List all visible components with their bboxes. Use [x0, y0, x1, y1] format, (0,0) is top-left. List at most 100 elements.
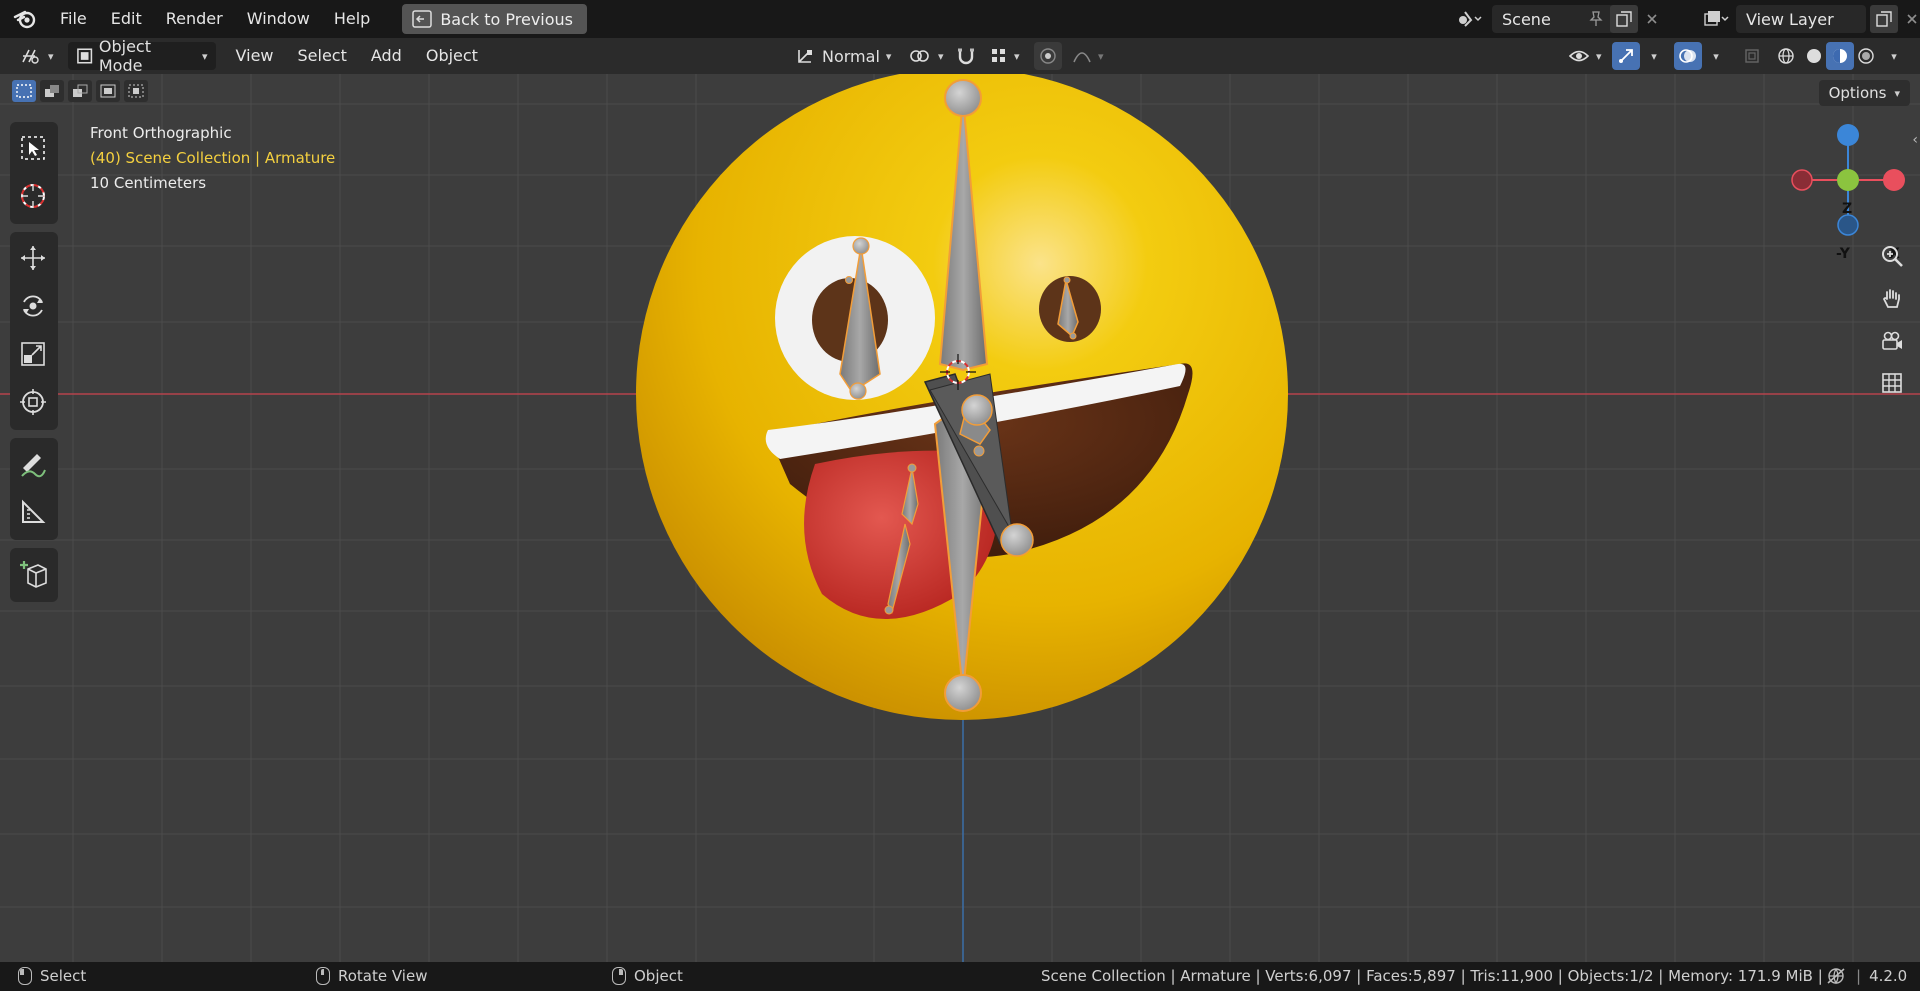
view-layer-browse-icon[interactable] — [1696, 5, 1736, 33]
version-text: 4.2.0 — [1869, 967, 1908, 985]
select-new-icon[interactable] — [12, 80, 36, 102]
menu-object[interactable]: Object — [414, 42, 490, 70]
select-extend-icon[interactable] — [40, 80, 64, 102]
top-menu-bar: File Edit Render Window Help Back to Pre… — [0, 0, 1920, 38]
pin-icon[interactable] — [1582, 5, 1610, 33]
object-mode-icon — [76, 48, 92, 64]
menu-window[interactable]: Window — [235, 4, 322, 34]
options-dropdown[interactable]: Options ▾ — [1818, 80, 1910, 106]
sidebar-toggle-icon[interactable]: ‹ — [1912, 132, 1918, 148]
selection-mode-buttons — [12, 80, 148, 102]
new-scene-icon[interactable] — [1610, 5, 1638, 33]
menu-edit[interactable]: Edit — [99, 4, 154, 34]
orientation-icon — [798, 50, 812, 63]
select-subtract-icon[interactable] — [68, 80, 92, 102]
scene-stats-text: Scene Collection | Armature | Verts:6,09… — [1041, 967, 1823, 985]
status-rotate-label: Rotate View — [338, 967, 428, 985]
select-intersect-icon[interactable] — [124, 80, 148, 102]
view-layer-selector[interactable]: View Layer — [1696, 4, 1920, 34]
falloff-dropdown[interactable]: ▾ — [1064, 42, 1112, 70]
gizmo-toggle-icon[interactable] — [1612, 42, 1640, 70]
3d-viewport[interactable]: Z -Y X — [0, 74, 1920, 962]
gizmo-dropdown-icon[interactable]: ▾ — [1640, 42, 1668, 70]
new-view-layer-icon[interactable] — [1870, 5, 1898, 33]
delete-view-layer-icon[interactable] — [1898, 5, 1920, 33]
chevron-down-icon: ▾ — [1098, 49, 1104, 63]
menu-select[interactable]: Select — [286, 42, 359, 70]
transform-orientation-dropdown[interactable]: Normal ▾ — [788, 42, 899, 70]
xray-toggle-icon[interactable] — [1738, 42, 1766, 70]
mouse-left-icon — [18, 967, 32, 985]
menu-add[interactable]: Add — [359, 42, 414, 70]
scale-tool-icon[interactable] — [10, 331, 56, 377]
pivot-point-dropdown[interactable]: ▾ — [900, 42, 952, 70]
back-to-previous-button[interactable]: Back to Previous — [402, 4, 588, 34]
solid-shading-icon[interactable] — [1800, 42, 1828, 70]
annotate-tool-icon[interactable] — [10, 441, 56, 487]
grid-scale-text: 10 Centimeters — [90, 174, 207, 192]
scene-name: Scene — [1502, 9, 1551, 29]
tool-group-add — [10, 548, 58, 602]
version-info: | 4.2.0 — [1826, 967, 1907, 985]
collection-info-text: (40) Scene Collection | Armature — [90, 149, 336, 167]
editor-type-dropdown[interactable]: ▾ — [12, 42, 62, 70]
select-invert-icon[interactable] — [96, 80, 120, 102]
orientation-label: Normal — [822, 46, 880, 66]
snap-toggle-icon[interactable] — [952, 42, 980, 70]
chevron-down-icon: ▾ — [938, 49, 944, 63]
shading-dropdown-icon[interactable]: ▾ — [1880, 42, 1908, 70]
menu-file[interactable]: File — [48, 4, 99, 34]
chevron-down-icon: ▾ — [48, 49, 54, 63]
gizmo-y-label: -Y — [1836, 246, 1850, 262]
status-object: Object — [612, 967, 683, 985]
zoom-icon[interactable] — [1876, 240, 1908, 272]
rotate-tool-icon[interactable] — [10, 283, 56, 329]
chevron-down-icon: ▾ — [1596, 49, 1602, 63]
delete-scene-icon[interactable] — [1638, 5, 1666, 33]
falloff-icon — [1073, 52, 1091, 63]
scene-browse-icon[interactable] — [1448, 5, 1492, 33]
mouse-middle-icon — [316, 967, 330, 985]
tool-group-transform — [10, 232, 58, 430]
view-layer-name-field[interactable]: View Layer — [1736, 5, 1866, 33]
measure-tool-icon[interactable] — [10, 489, 56, 535]
tool-shelf — [10, 122, 58, 610]
proportional-editing-icon[interactable] — [1034, 42, 1062, 70]
menu-view[interactable]: View — [224, 42, 286, 70]
cursor-tool-icon[interactable] — [10, 173, 56, 219]
status-bar: Select Rotate View Object Scene Collecti… — [0, 962, 1920, 991]
camera-view-icon[interactable] — [1876, 325, 1908, 357]
chevron-down-icon: ▾ — [202, 49, 208, 63]
grid-view-icon[interactable] — [1876, 367, 1908, 399]
menu-help[interactable]: Help — [322, 4, 382, 34]
navigation-gizmo[interactable] — [1791, 124, 1905, 236]
rendered-shading-icon[interactable] — [1852, 42, 1880, 70]
pan-hand-icon[interactable] — [1876, 283, 1908, 315]
status-select: Select — [18, 967, 86, 985]
mode-dropdown[interactable]: Object Mode ▾ — [67, 37, 216, 75]
view-layer-name: View Layer — [1746, 9, 1834, 29]
scene-selector[interactable]: Scene — [1448, 4, 1666, 34]
gizmo-z-label: Z — [1842, 201, 1853, 217]
select-box-tool-icon[interactable] — [10, 125, 56, 171]
view-name-text: Front Orthographic — [90, 124, 232, 142]
viewport-header: ▾ Object Mode ▾ View Select Add Object N… — [0, 37, 1920, 75]
tool-group-select — [10, 122, 58, 224]
material-preview-shading-icon[interactable] — [1826, 42, 1854, 70]
transform-tool-icon[interactable] — [10, 379, 56, 425]
chevron-down-icon: ▾ — [1894, 86, 1900, 100]
move-tool-icon[interactable] — [10, 235, 56, 281]
visibility-dropdown[interactable]: ▾ — [1560, 42, 1610, 70]
blender-logo-icon[interactable] — [12, 6, 38, 32]
overlays-dropdown-icon[interactable]: ▾ — [1702, 42, 1730, 70]
scene-stats: Scene Collection | Armature | Verts:6,09… — [1041, 967, 1823, 985]
wireframe-shading-icon[interactable] — [1772, 42, 1800, 70]
add-cube-tool-icon[interactable] — [10, 551, 56, 597]
menu-render[interactable]: Render — [154, 4, 235, 34]
chevron-down-icon: ▾ — [885, 49, 892, 63]
network-off-icon — [1827, 968, 1845, 985]
status-separator: | — [1856, 967, 1862, 985]
3d-viewport-icon — [22, 49, 39, 64]
snap-target-dropdown[interactable]: ▾ — [982, 42, 1028, 70]
overlays-toggle-icon[interactable] — [1674, 42, 1702, 70]
